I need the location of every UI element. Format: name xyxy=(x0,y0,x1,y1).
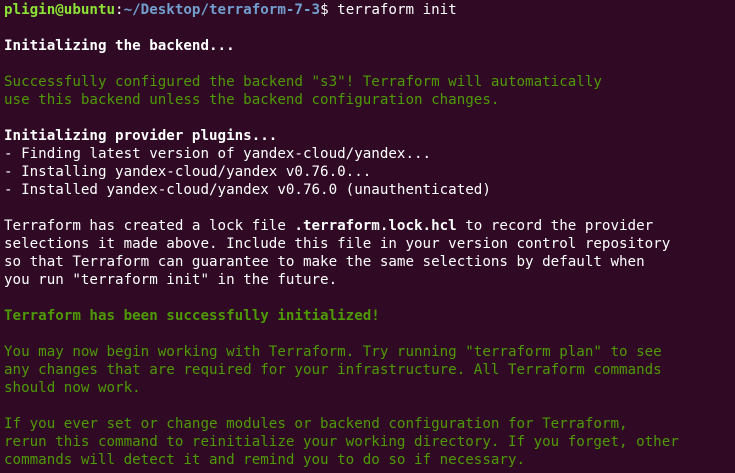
lockfile-text-post: to record the provider xyxy=(456,218,654,234)
prompt-user-host: pligin@ubuntu xyxy=(4,2,116,18)
success-heading: Terraform has been successfully initiali… xyxy=(4,308,380,324)
provider-item: - Finding latest version of yandex-cloud… xyxy=(4,146,432,162)
prompt-path: ~/Desktop/terraform-7-3 xyxy=(123,2,321,18)
provider-item: - Installed yandex-cloud/yandex v0.76.0 … xyxy=(4,182,491,198)
terminal-window[interactable]: pligin@ubuntu:~/Desktop/terraform-7-3$ t… xyxy=(0,0,735,473)
backend-line-1: Successfully configured the backend "s3"… xyxy=(4,74,602,90)
prompt-line: pligin@ubuntu:~/Desktop/terraform-7-3$ t… xyxy=(4,1,735,19)
lockfile-line-2: selections it made above. Include this f… xyxy=(4,236,671,252)
backend-line-2: use this backend unless the backend conf… xyxy=(4,92,500,108)
lockfile-line-3: so that Terraform can guarantee to make … xyxy=(4,254,645,270)
success-para1-line: any changes that are required for your i… xyxy=(4,362,662,378)
success-para2-line: If you ever set or change modules or bac… xyxy=(4,416,628,432)
lockfile-line-4: you run "terraform init" in the future. xyxy=(4,272,338,288)
prompt-separator: : xyxy=(115,2,124,18)
success-para2-line: commands will detect it and remind you t… xyxy=(4,452,526,468)
prompt-symbol: $ xyxy=(320,2,329,18)
success-para2-line: rerun this command to reinitialize your … xyxy=(4,434,679,450)
lockfile-text-pre: Terraform has created a lock file xyxy=(4,218,295,234)
backend-heading: Initializing the backend... xyxy=(4,38,235,54)
providers-heading: Initializing provider plugins... xyxy=(4,128,278,144)
success-para1-line: should now work. xyxy=(4,380,141,396)
lockfile-line-1: Terraform has created a lock file .terra… xyxy=(4,217,735,235)
prompt-command: terraform init xyxy=(328,2,457,18)
lockfile-filename: .terraform.lock.hcl xyxy=(294,218,457,234)
provider-item: - Installing yandex-cloud/yandex v0.76.0… xyxy=(4,164,372,180)
success-para1-line: You may now begin working with Terraform… xyxy=(4,344,662,360)
